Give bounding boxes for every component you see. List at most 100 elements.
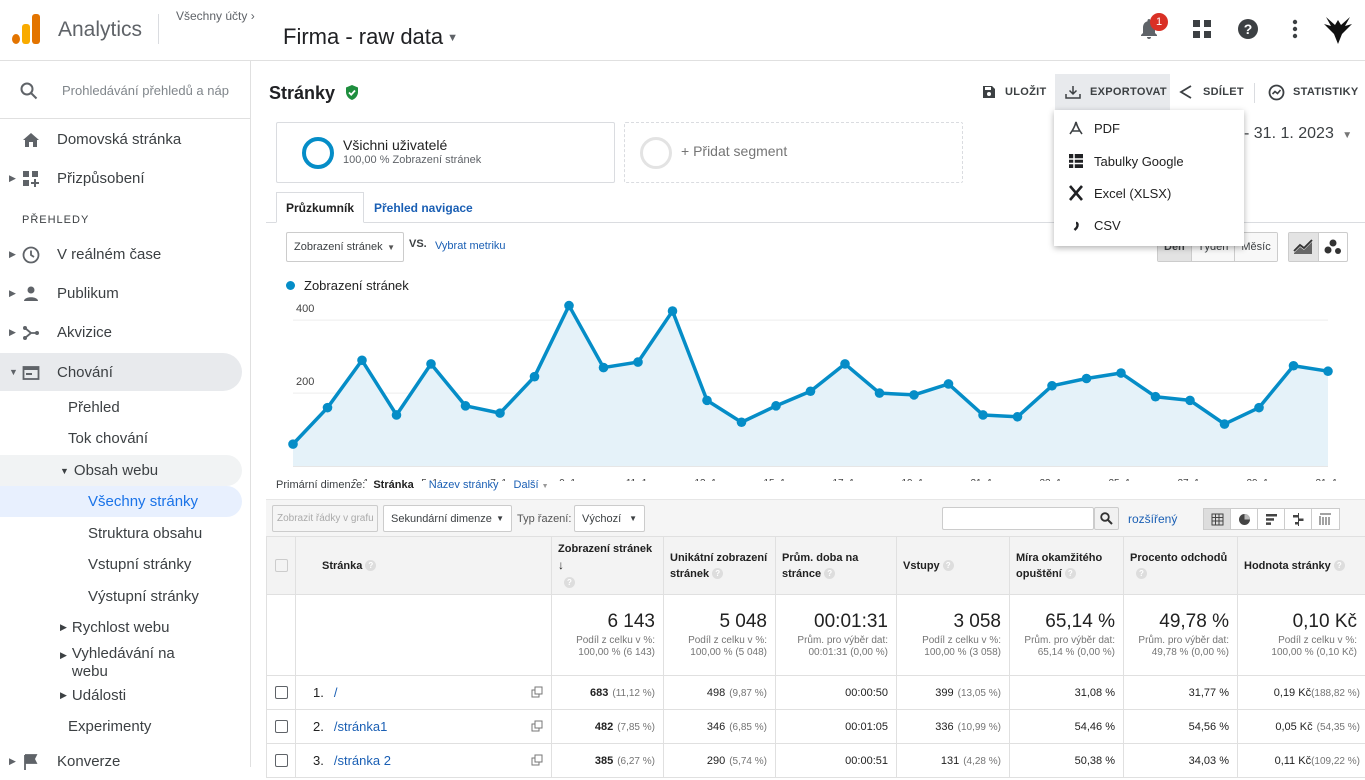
sort-type-value[interactable]: Výchozí bbox=[582, 513, 621, 525]
save-button[interactable]: ULOŽIT bbox=[982, 74, 1048, 110]
help-icon[interactable]: ? bbox=[943, 560, 954, 571]
col-header-exit-rate[interactable]: Procento odchodů? bbox=[1124, 537, 1238, 595]
data-point[interactable] bbox=[909, 390, 919, 400]
export-button[interactable]: EXPORTOVAT bbox=[1055, 74, 1170, 110]
export-pdf-item[interactable]: PDF bbox=[1054, 112, 1244, 144]
open-link-icon[interactable] bbox=[531, 754, 543, 766]
search-input[interactable]: Prohledávání přehledů a náp bbox=[62, 83, 232, 98]
page-link[interactable]: / bbox=[334, 685, 338, 700]
page-link[interactable]: /stránka1 bbox=[334, 719, 387, 734]
sidebar-item-content-drilldown[interactable]: Struktura obsahu bbox=[0, 518, 242, 549]
data-point[interactable] bbox=[944, 379, 954, 389]
sidebar-item-behavior-overview[interactable]: Přehled bbox=[0, 392, 242, 423]
data-point[interactable] bbox=[1185, 396, 1195, 406]
header-label[interactable]: Stránka bbox=[322, 560, 362, 572]
select-all-checkbox[interactable] bbox=[275, 559, 288, 572]
menu-item-label[interactable]: Tabulky Google bbox=[1094, 154, 1184, 169]
col-header-pageviews[interactable]: Zobrazení stránek ↓? bbox=[552, 537, 664, 595]
sidebar-item-all-pages[interactable]: Všechny stránky bbox=[0, 486, 242, 517]
row-checkbox-cell[interactable] bbox=[267, 710, 296, 744]
report-search[interactable]: Prohledávání přehledů a náp bbox=[0, 61, 251, 119]
data-point[interactable] bbox=[771, 401, 781, 411]
export-excel-item[interactable]: Excel (XLSX) bbox=[1054, 177, 1244, 209]
line-chart-button[interactable] bbox=[1289, 233, 1318, 261]
date-range-selector[interactable]: - 31. 1. 2023 ▼ bbox=[1244, 125, 1352, 143]
sidebar-item-experiments[interactable]: Experimenty bbox=[0, 711, 242, 742]
table-view-comparison-button[interactable] bbox=[1285, 509, 1312, 529]
export-csv-item[interactable]: CSV bbox=[1054, 209, 1244, 241]
data-point[interactable] bbox=[1151, 392, 1161, 402]
property-name[interactable]: Firma - raw data bbox=[283, 24, 443, 49]
secondary-dimension-select[interactable]: Sekundární dimenze ▼ bbox=[383, 505, 512, 532]
row-checkbox[interactable] bbox=[275, 686, 288, 699]
col-header-bounce-rate[interactable]: Míra okamžitého opuštění? bbox=[1010, 537, 1124, 595]
secondary-dimension-label[interactable]: Sekundární dimenze bbox=[391, 513, 492, 525]
export-label[interactable]: EXPORTOVAT bbox=[1090, 86, 1167, 98]
metric-select[interactable]: Zobrazení stránek ▼ bbox=[286, 232, 404, 262]
open-link-icon[interactable] bbox=[531, 686, 543, 698]
header-label[interactable]: Procento odchodů bbox=[1130, 552, 1227, 564]
add-segment-button[interactable]: + Přidat segment bbox=[624, 122, 963, 183]
table-view-data-button[interactable] bbox=[1204, 509, 1231, 529]
data-point[interactable] bbox=[1082, 374, 1092, 384]
data-point[interactable] bbox=[530, 372, 540, 382]
data-point[interactable] bbox=[1254, 403, 1264, 413]
data-point[interactable] bbox=[288, 439, 298, 449]
menu-item-label[interactable]: Excel (XLSX) bbox=[1094, 186, 1171, 201]
header-label[interactable]: Prům. doba na stránce bbox=[782, 552, 858, 580]
data-point[interactable] bbox=[323, 403, 333, 413]
data-point[interactable] bbox=[668, 306, 678, 316]
data-point[interactable] bbox=[1047, 381, 1057, 391]
property-selector[interactable]: Firma - raw data▼ bbox=[283, 24, 458, 50]
header-label[interactable]: Vstupy bbox=[903, 560, 940, 572]
data-point[interactable] bbox=[737, 417, 747, 427]
data-point[interactable] bbox=[702, 396, 712, 406]
help-icon[interactable]: ? bbox=[1334, 560, 1345, 571]
help-icon[interactable]: ? bbox=[712, 568, 723, 579]
data-point[interactable] bbox=[1116, 368, 1126, 378]
help-icon[interactable]: ? bbox=[1136, 568, 1147, 579]
sidebar-item-landing-pages[interactable]: Vstupní stránky bbox=[0, 549, 242, 580]
data-point[interactable] bbox=[564, 301, 574, 311]
col-header-entrances[interactable]: Vstupy? bbox=[897, 537, 1010, 595]
insights-button[interactable]: STATISTIKY bbox=[1268, 74, 1365, 110]
sidebar-item-behavior[interactable]: ▼ Chování bbox=[0, 353, 242, 391]
metric-select-value[interactable]: Zobrazení stránek bbox=[294, 241, 383, 253]
data-point[interactable] bbox=[357, 355, 367, 365]
row-checkbox[interactable] bbox=[275, 754, 288, 767]
data-point[interactable] bbox=[426, 359, 436, 369]
data-point[interactable] bbox=[1323, 366, 1333, 376]
help-icon[interactable]: ? bbox=[1235, 16, 1261, 42]
avatar-logo[interactable] bbox=[1322, 14, 1354, 46]
plot-rows-button[interactable]: Zobrazit řádky v grafu bbox=[272, 505, 378, 532]
share-label[interactable]: SDÍLET bbox=[1203, 86, 1244, 98]
sidebar-item-audience[interactable]: ▶ Publikum bbox=[0, 274, 242, 312]
analytics-logo[interactable] bbox=[12, 14, 40, 44]
menu-item-label[interactable]: PDF bbox=[1094, 121, 1120, 136]
save-label[interactable]: ULOŽIT bbox=[1005, 86, 1047, 98]
sidebar-item-site-search[interactable]: ▶ Vyhledávání na webu bbox=[0, 645, 242, 683]
share-button[interactable]: SDÍLET bbox=[1178, 74, 1244, 110]
date-range-text[interactable]: - 31. 1. 2023 bbox=[1244, 125, 1334, 142]
table-search-input[interactable] bbox=[942, 507, 1094, 530]
data-point[interactable] bbox=[633, 357, 643, 367]
table-view-pie-button[interactable] bbox=[1231, 509, 1258, 529]
sidebar-item-events[interactable]: ▶ Události bbox=[0, 680, 242, 711]
sidebar-item-site-speed[interactable]: ▶ Rychlost webu bbox=[0, 612, 242, 643]
data-point[interactable] bbox=[806, 386, 816, 396]
select-metric-link[interactable]: Vybrat metriku bbox=[435, 240, 506, 252]
export-sheets-item[interactable]: Tabulky Google bbox=[1054, 145, 1244, 177]
segment-all-users[interactable]: Všichni uživatelé 100,00 % Zobrazení str… bbox=[276, 122, 615, 183]
row-checkbox-cell[interactable] bbox=[267, 744, 296, 778]
col-header-page[interactable]: Stránka? bbox=[296, 537, 552, 595]
help-icon[interactable]: ? bbox=[564, 577, 575, 588]
account-breadcrumb[interactable]: Všechny účty › bbox=[176, 9, 255, 23]
table-search-button[interactable] bbox=[1094, 507, 1119, 530]
data-point[interactable] bbox=[978, 410, 988, 420]
data-point[interactable] bbox=[495, 408, 505, 418]
header-label[interactable]: Zobrazení stránek bbox=[558, 543, 652, 555]
col-header-page-value[interactable]: Hodnota stránky? bbox=[1238, 537, 1365, 595]
help-icon[interactable]: ? bbox=[824, 568, 835, 579]
dimension-more-link[interactable]: Další ▼ bbox=[514, 479, 549, 491]
advanced-filter-link[interactable]: rozšířený bbox=[1128, 512, 1177, 526]
